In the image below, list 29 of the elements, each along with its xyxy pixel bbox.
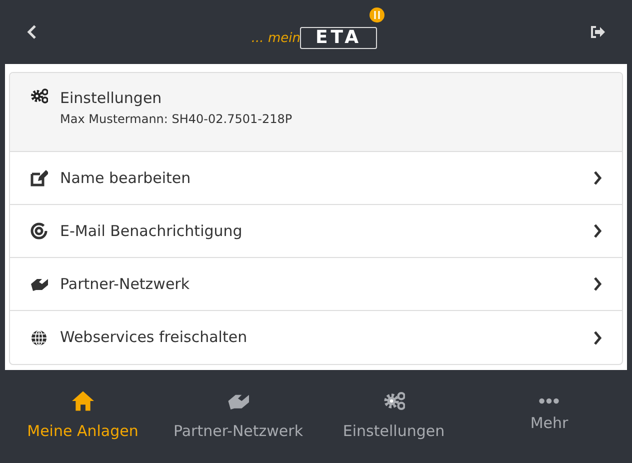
at-sign-icon [30,222,48,240]
menu-item-label: Partner-Netzwerk [60,274,191,295]
gears-icon [30,87,48,105]
badge-icon [368,7,385,24]
menu-item[interactable]: E-Mail Benachrichtigung [10,205,622,258]
chevron-right-icon [593,277,602,291]
menu-item-label: Webservices freischalten [60,327,248,348]
settings-title: Einstellungen [60,88,163,109]
chevron-right-icon [593,171,602,185]
menu-item[interactable]: Webservices freischalten [10,311,622,364]
chevron-right-icon [593,330,602,344]
globe-icon [30,328,48,346]
nav-tab[interactable]: Partner-Netzwerk [160,370,316,463]
more-icon [538,398,560,404]
menu-item[interactable]: Name bearbeiten [10,152,622,205]
menu-item[interactable]: Partner-Netzwerk [10,258,622,311]
logo: ... mein ETA [251,15,377,49]
menu-item-label: Name bearbeiten [60,168,192,189]
edit-icon [30,169,48,187]
device-subtitle: Max Mustermann: SH40-02.7501-218P [60,110,292,128]
gears-icon [382,390,405,412]
home-icon [72,390,94,412]
back-icon[interactable] [27,25,37,39]
nav-tab[interactable]: Einstellungen [316,370,472,463]
chevron-right-icon [593,224,602,238]
logout-icon[interactable] [591,26,605,38]
menu-item-label: E-Mail Benachrichtigung [60,220,244,242]
nav-tab[interactable]: Meine Anlagen [5,370,160,463]
nav-tab[interactable]: Mehr [472,370,627,463]
